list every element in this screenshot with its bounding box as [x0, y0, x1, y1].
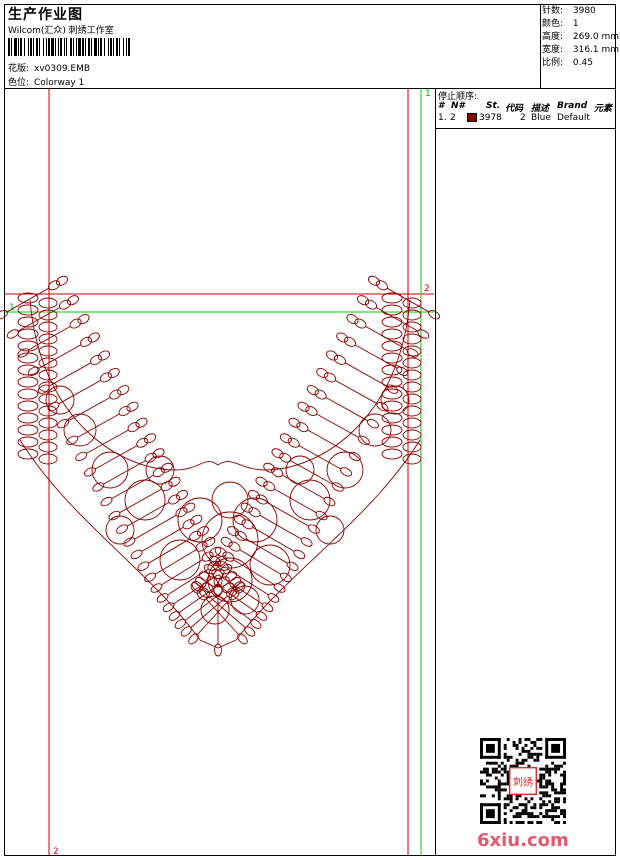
guide-label-left: 1: [9, 303, 15, 313]
qr-code: 刺绣: [480, 738, 566, 824]
guide-label-top: 1: [425, 89, 431, 99]
design-canvas: [0, 89, 441, 855]
guide-label-bottom: 2: [53, 847, 59, 857]
guide-label-right: 2: [424, 284, 430, 294]
embroidery-design: [0, 275, 441, 657]
guide-lines: [5, 89, 434, 855]
watermark-logo: 6xiu.com: [477, 830, 569, 851]
stamp-text: 刺绣: [513, 775, 533, 788]
